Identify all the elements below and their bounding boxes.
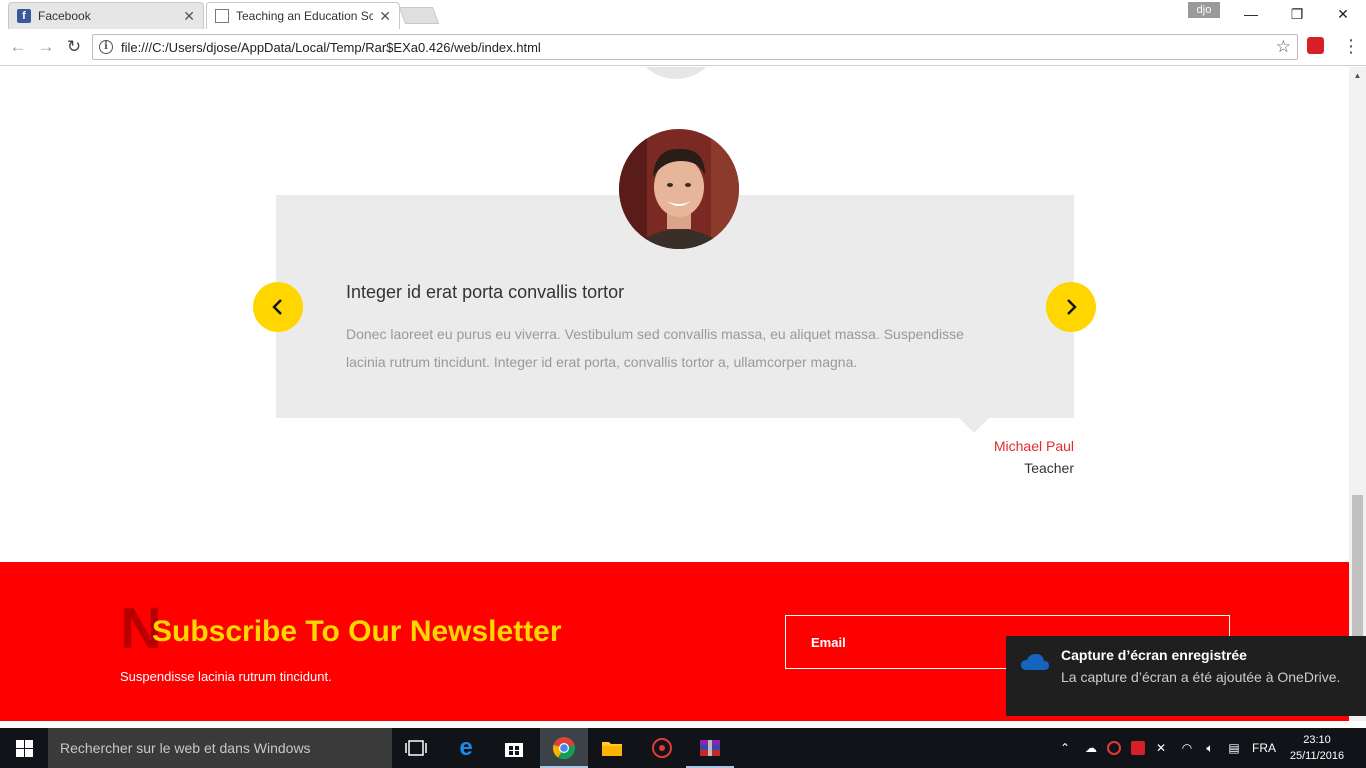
store-icon [505, 743, 523, 757]
taskbar-search-box[interactable]: Rechercher sur le web et dans Windows [48, 728, 392, 768]
avatar [619, 129, 739, 249]
extension-icon[interactable] [1307, 37, 1324, 54]
scroll-up-arrow-icon[interactable]: ▲ [1349, 67, 1366, 84]
clock-time: 23:10 [1303, 734, 1331, 746]
clock[interactable]: 23:10 25/11/2016 [1284, 732, 1350, 764]
url-text: file:///C:/Users/djose/AppData/Local/Tem… [121, 40, 541, 55]
new-tab-button[interactable] [398, 7, 440, 24]
onedrive-notification[interactable]: Capture d’écran enregistrée La capture d… [1006, 636, 1366, 716]
facebook-icon: f [17, 9, 31, 23]
notification-message: La capture d’écran a été ajoutée à OneDr… [1061, 669, 1341, 685]
input-method-icon[interactable]: ✕ [1150, 728, 1172, 768]
close-window-button[interactable]: ✕ [1320, 0, 1366, 28]
close-icon[interactable]: ✕ [183, 8, 195, 25]
author-role: Teacher [1024, 460, 1074, 476]
taskbar-winrar[interactable] [686, 728, 734, 768]
carousel-prev-button[interactable] [253, 282, 303, 332]
minimize-button[interactable]: — [1228, 0, 1274, 28]
antivirus-icon [652, 738, 672, 758]
menu-icon[interactable]: ⋮ [1342, 35, 1360, 57]
carousel-next-button[interactable] [1046, 282, 1096, 332]
tab-title: Teaching an Education Sc [236, 9, 374, 23]
previous-avatar-placeholder [632, 67, 720, 79]
taskbar-chrome[interactable] [540, 728, 588, 768]
taskbar-store[interactable] [490, 728, 538, 768]
back-button[interactable]: ← [8, 37, 28, 57]
address-bar[interactable]: i file:///C:/Users/djose/AppData/Local/T… [92, 34, 1298, 60]
taskbar-edge[interactable]: e [442, 728, 490, 768]
tab-teaching[interactable]: Teaching an Education Sc ✕ [206, 2, 400, 29]
email-placeholder: Email [811, 635, 846, 650]
newsletter-subtitle: Suspendisse lacinia rutrum tincidunt. [120, 669, 332, 684]
acrobat-tray-icon[interactable] [1128, 728, 1148, 768]
action-center-icon[interactable]: ▤ [1222, 728, 1246, 768]
windows-logo-icon [15, 739, 33, 757]
newsletter-title: Subscribe To Our Newsletter [152, 615, 562, 648]
author-name[interactable]: Michael Paul [994, 438, 1074, 454]
browser-tab-strip: f Facebook ✕ Teaching an Education Sc ✕ … [0, 0, 1366, 29]
page-viewport: Integer id erat porta convallis tortor D… [0, 67, 1349, 721]
document-icon [215, 9, 229, 23]
taskbar-file-explorer[interactable] [588, 728, 636, 768]
browser-toolbar: ← → ↻ i file:///C:/Users/djose/AppData/L… [0, 29, 1366, 66]
taskbar-antivirus[interactable] [638, 728, 686, 768]
folder-icon [602, 742, 622, 756]
chevron-left-icon [272, 299, 282, 315]
profile-button[interactable]: djo [1188, 2, 1220, 18]
close-icon[interactable]: ✕ [379, 8, 391, 25]
windows-taskbar: Rechercher sur le web et dans Windows e [0, 728, 1366, 768]
task-view-icon [405, 740, 427, 756]
testimonial-pointer [958, 417, 990, 433]
notification-title: Capture d’écran enregistrée [1061, 647, 1247, 663]
edge-icon: e [459, 734, 473, 761]
onedrive-cloud-icon [1021, 654, 1049, 670]
reload-button[interactable]: ↻ [64, 37, 84, 57]
onedrive-tray-icon[interactable]: ☁ [1080, 728, 1102, 768]
search-placeholder: Rechercher sur le web et dans Windows [60, 740, 311, 756]
tab-title: Facebook [38, 9, 91, 23]
volume-icon[interactable]: 🔈︎ [1200, 728, 1220, 768]
language-indicator[interactable]: FRA [1248, 728, 1280, 768]
page-scrollbar[interactable]: ▲ ▼ [1349, 67, 1366, 721]
tab-facebook[interactable]: f Facebook ✕ [8, 2, 204, 29]
testimonial-body: Donec laoreet eu purus eu viverra. Vesti… [346, 326, 964, 370]
chevron-up-icon[interactable]: ⌃ [1056, 728, 1074, 768]
wifi-icon[interactable]: ◠ [1176, 728, 1198, 768]
info-icon[interactable]: i [99, 40, 113, 54]
bookmark-star-icon[interactable]: ☆ [1276, 37, 1291, 57]
task-view-button[interactable] [392, 728, 440, 768]
start-button[interactable] [0, 728, 48, 768]
chevron-right-icon [1067, 299, 1077, 315]
forward-button[interactable]: → [36, 37, 56, 57]
screen: f Facebook ✕ Teaching an Education Sc ✕ … [0, 0, 1366, 768]
testimonial-heading: Integer id erat porta convallis tortor [346, 282, 625, 302]
chrome-icon [552, 737, 576, 760]
antivirus-tray-icon[interactable] [1104, 728, 1124, 768]
winrar-icon [700, 740, 720, 756]
restore-button[interactable]: ❐ [1274, 0, 1320, 28]
clock-date: 25/11/2016 [1289, 750, 1345, 762]
